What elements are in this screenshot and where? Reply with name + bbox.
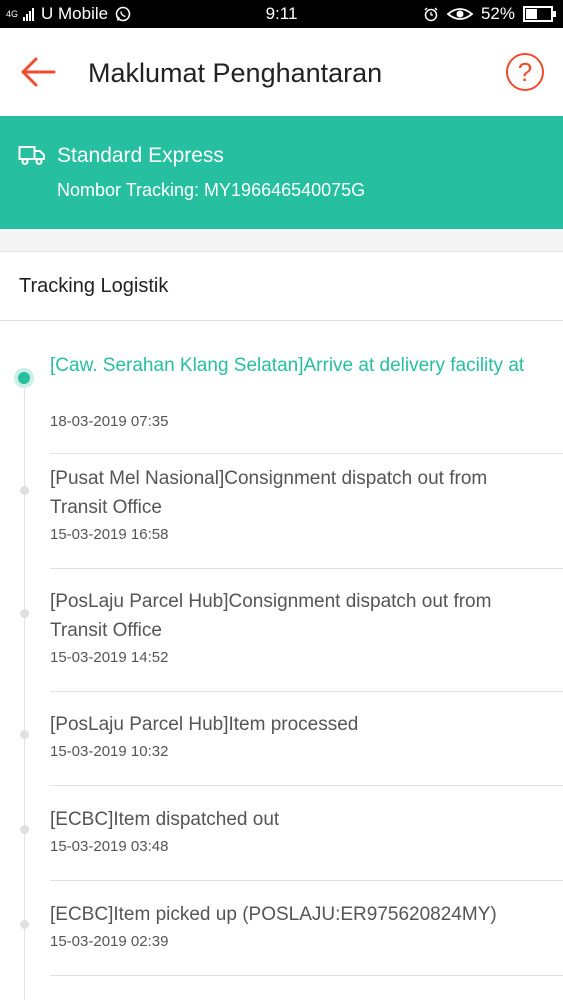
app-header: Maklumat Penghantaran ?: [0, 28, 563, 116]
section-divider: [0, 229, 563, 252]
shipping-method: Standard Express: [57, 144, 224, 167]
truck-icon: [18, 146, 45, 165]
event-description: [Pusat Mel Nasional]Consignment dispatch…: [50, 468, 488, 518]
event-time: 15-03-2019 14:52: [50, 649, 169, 666]
section-header: Tracking Logistik: [0, 252, 563, 321]
timeline-event: [ECBC]Item picked up (POSLAJU:ER97562082…: [0, 882, 563, 976]
section-title: Tracking Logistik: [19, 275, 169, 297]
shipping-info-card: Standard Express Nombor Tracking: MY1966…: [0, 116, 563, 229]
tracking-timeline: [Caw. Serahan Klang Selatan]Arrive at de…: [0, 321, 563, 1000]
back-arrow-icon[interactable]: [18, 52, 58, 92]
timeline-dot: [20, 609, 29, 618]
tracking-number: Nombor Tracking: MY196646540075G: [57, 180, 366, 200]
timeline-dot: [20, 486, 29, 495]
timeline-dot: [18, 372, 30, 384]
status-bar: 4G U Mobile 9:11 52%: [0, 0, 563, 28]
timeline-event: [PosLaju Parcel Hub]Consignment dispatch…: [0, 569, 563, 692]
event-time: 15-03-2019 10:32: [50, 743, 169, 760]
event-separator: [50, 880, 563, 881]
timeline-dot: [20, 825, 29, 834]
page-title: Maklumat Penghantaran: [88, 58, 383, 88]
event-separator: [50, 785, 563, 786]
event-description: [PosLaju Parcel Hub]Consignment dispatch…: [50, 591, 492, 641]
event-time: 15-03-2019 16:58: [50, 526, 169, 543]
event-time: 18-03-2019 07:35: [50, 413, 169, 430]
timeline-event: [ECBC]Item dispatched out 15-03-2019 03:…: [0, 787, 563, 881]
status-right: 52%: [423, 0, 556, 28]
event-time: 15-03-2019 02:39: [50, 933, 169, 950]
alarm-icon: [424, 7, 438, 22]
timeline-event: [Caw. Serahan Klang Selatan]Arrive at de…: [0, 331, 563, 454]
battery-percent: 52%: [480, 4, 515, 23]
event-description: [ECBC]Item dispatched out: [50, 809, 280, 830]
timeline-dot: [20, 730, 29, 739]
timeline-event: [Pusat Mel Nasional]Consignment dispatch…: [0, 446, 563, 569]
event-separator: [50, 975, 563, 976]
event-description: [PosLaju Parcel Hub]Item processed: [50, 714, 359, 735]
event-description: [ECBC]Item picked up (POSLAJU:ER97562082…: [50, 904, 497, 925]
eye-icon: [446, 8, 473, 20]
event-description: [Caw. Serahan Klang Selatan]Arrive at de…: [50, 355, 525, 376]
timeline-event: [PosLaju Parcel Hub]Item processed 15-03…: [0, 692, 563, 786]
timeline-dot: [20, 920, 29, 929]
battery-fill: [526, 9, 537, 19]
battery-icon: [523, 6, 556, 22]
event-time: 15-03-2019 03:48: [50, 838, 169, 855]
help-icon[interactable]: ?: [506, 53, 544, 91]
